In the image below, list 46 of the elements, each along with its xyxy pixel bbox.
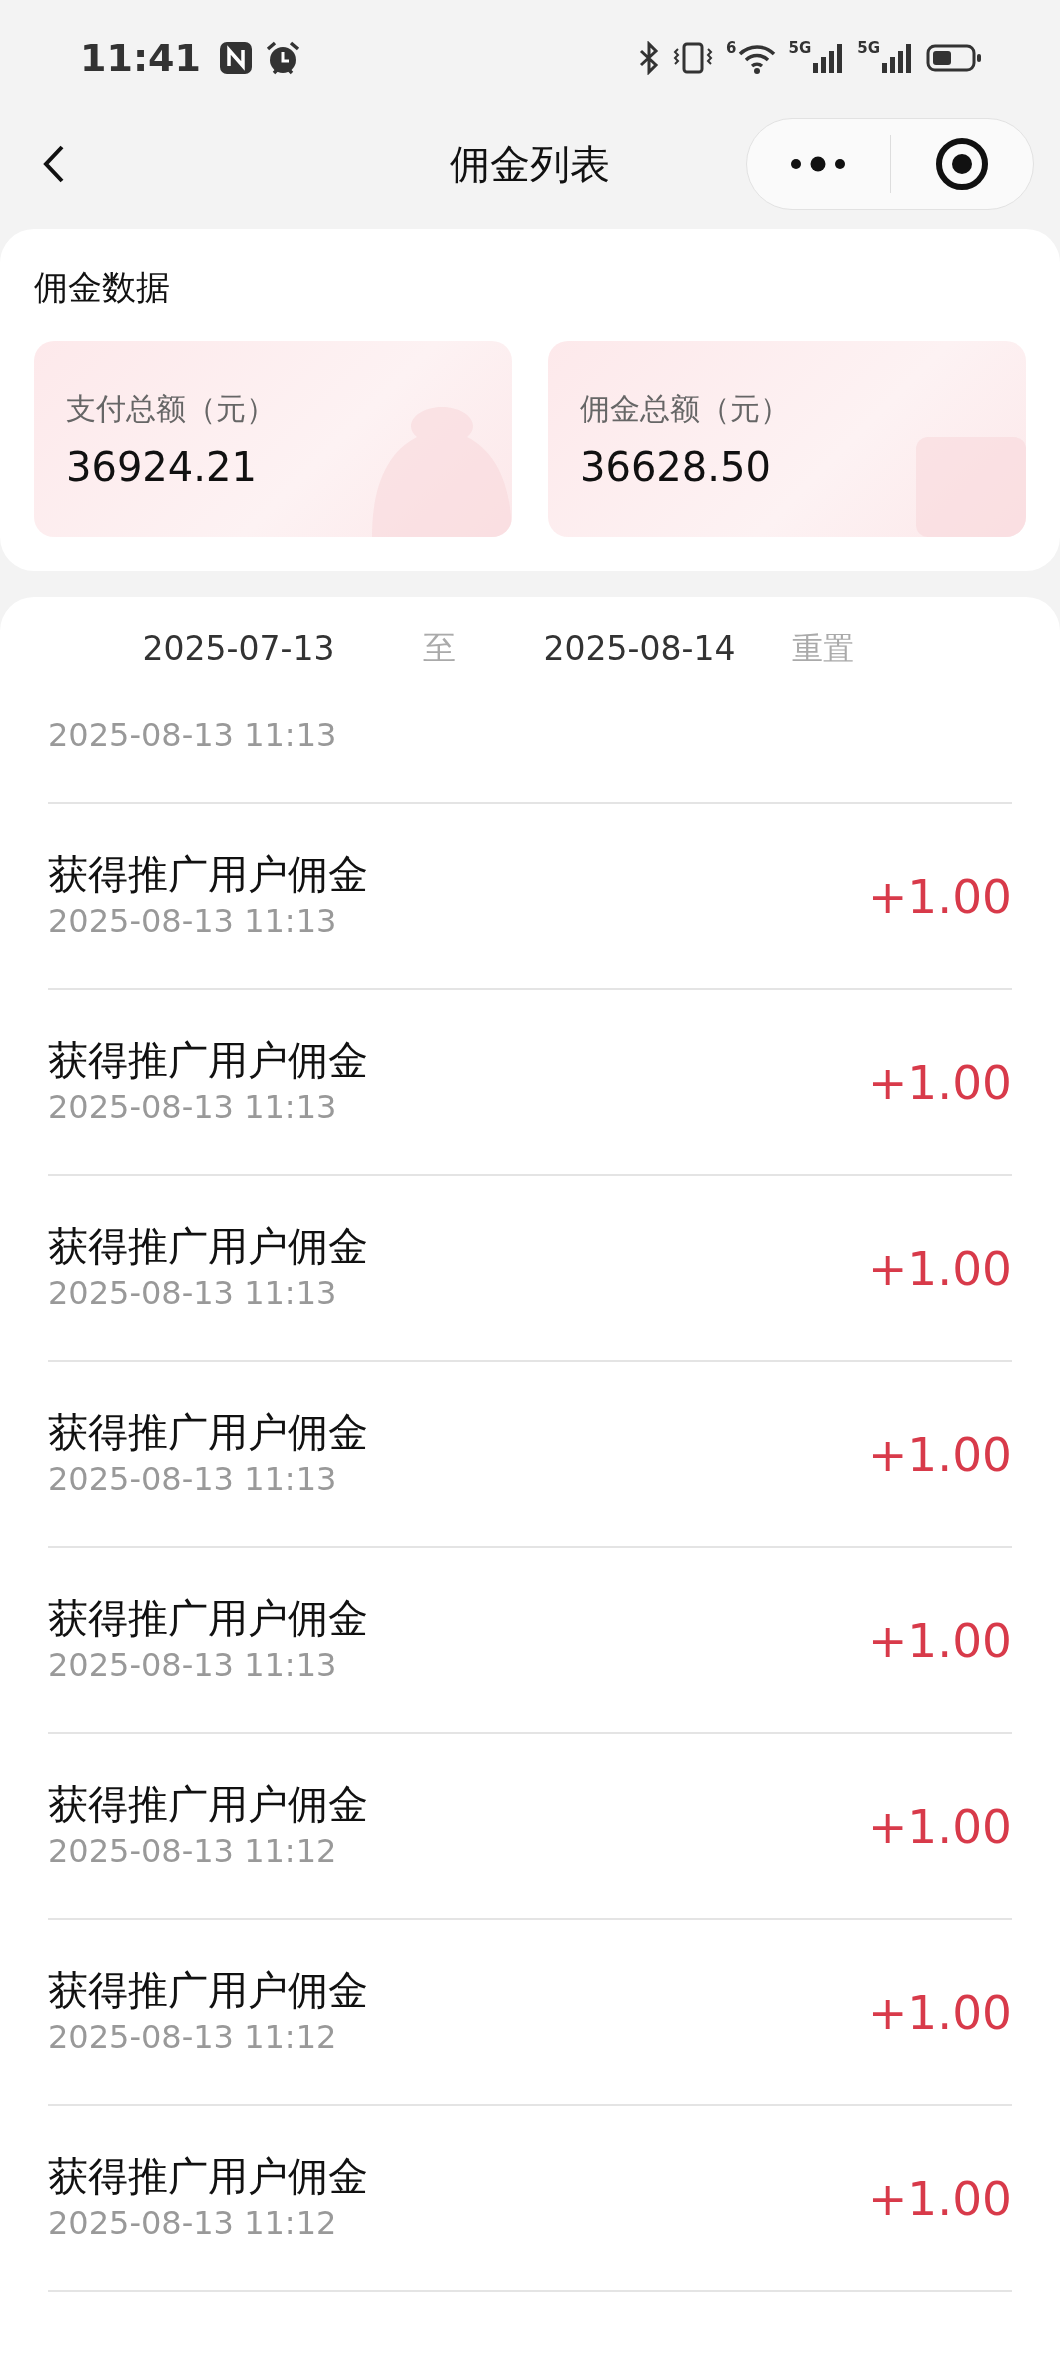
record-title: 获得推广用户佣金 bbox=[48, 1224, 368, 1268]
record-amount: +1.00 bbox=[867, 1984, 1012, 2040]
alarm-clock-icon bbox=[264, 39, 301, 76]
record-time: 2025-08-13 11:13 bbox=[48, 716, 337, 754]
envelope-icon bbox=[916, 437, 1026, 537]
record-time: 2025-08-13 11:12 bbox=[48, 2204, 338, 2242]
record-title: 获得推广用户佣金 bbox=[48, 1968, 368, 2012]
stat-value: 36628.50 bbox=[580, 443, 772, 490]
record-time: 2025-08-13 11:13 bbox=[48, 1274, 338, 1312]
record-amount: +1.00 bbox=[867, 1798, 1012, 1854]
start-date-field[interactable]: 2025-07-13 bbox=[136, 629, 341, 668]
record-time: 2025-08-13 11:13 bbox=[48, 902, 338, 940]
record-amount: +1.00 bbox=[867, 1240, 1012, 1296]
record-amount: +1.00 bbox=[867, 1612, 1012, 1668]
page-title: 佣金列表 bbox=[449, 139, 611, 189]
record-amount: +1.00 bbox=[867, 1426, 1012, 1482]
end-date-field[interactable]: 2025-08-14 bbox=[537, 629, 742, 668]
record-title: 获得推广用户佣金 bbox=[48, 2154, 368, 2198]
record-title: 获得推广用户佣金 bbox=[48, 1038, 368, 1082]
record-title: 获得推广用户佣金 bbox=[48, 1410, 368, 1454]
bluetooth-icon bbox=[638, 40, 661, 75]
record-amount: +1.00 bbox=[867, 1054, 1012, 1110]
stat-label: 支付总额（元） bbox=[66, 389, 277, 428]
section-title: 佣金数据 bbox=[34, 266, 171, 309]
stat-label: 佣金总额（元） bbox=[580, 389, 791, 428]
nfc-icon bbox=[218, 40, 253, 75]
back-icon bbox=[42, 144, 66, 184]
record-title: 获得推广用户佣金 bbox=[48, 1596, 368, 1640]
wifi-label: 6 bbox=[726, 40, 737, 56]
record-time: 2025-08-13 11:13 bbox=[48, 1460, 338, 1498]
record-time: 2025-08-13 11:13 bbox=[48, 1646, 338, 1684]
record-time: 2025-08-13 11:12 bbox=[48, 2018, 338, 2056]
record-amount: +1.00 bbox=[867, 868, 1012, 924]
status-time: 11:41 bbox=[80, 35, 201, 80]
vibrate-icon bbox=[672, 40, 715, 75]
network-label: 5G bbox=[857, 40, 880, 56]
record-title: 获得推广用户佣金 bbox=[48, 1782, 368, 1826]
target-icon bbox=[934, 137, 989, 191]
date-separator: 至 bbox=[421, 627, 457, 669]
record-time: 2025-08-13 11:13 bbox=[48, 1088, 338, 1126]
money-bag-icon bbox=[372, 407, 512, 537]
stat-value: 36924.21 bbox=[66, 443, 258, 490]
record-amount: +1.00 bbox=[867, 2170, 1012, 2226]
record-time: 2025-08-13 11:12 bbox=[48, 1832, 338, 1870]
record-title: 获得推广用户佣金 bbox=[48, 852, 368, 896]
network-label: 5G bbox=[788, 40, 812, 56]
